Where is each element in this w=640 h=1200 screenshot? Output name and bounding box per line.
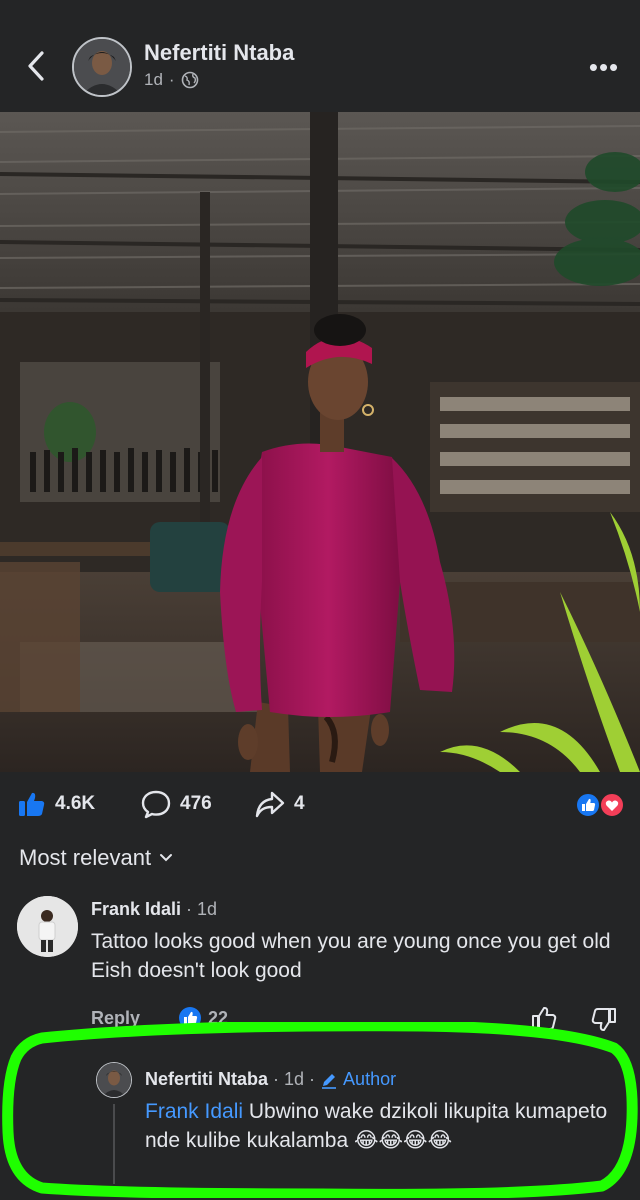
comment-count: 476	[180, 793, 212, 814]
share-count: 4	[294, 793, 305, 814]
chevron-down-icon	[160, 854, 173, 862]
like-reaction-icon	[179, 1007, 201, 1029]
mention-link[interactable]: Frank Idali	[145, 1100, 243, 1123]
reply-text: Frank Idali Ubwino wake dzikoli likupita…	[145, 1097, 620, 1155]
commenter-avatar[interactable]	[17, 896, 78, 957]
post-meta: 1d ·	[144, 70, 199, 90]
sort-label: Most relevant	[19, 845, 152, 870]
comment-bubble-icon	[141, 790, 171, 819]
chevron-left-icon	[28, 51, 44, 81]
reply-emojis: 😂😂😂😂	[353, 1128, 453, 1152]
comment-reactions[interactable]: 22	[178, 1006, 228, 1030]
comment-sort-dropdown[interactable]: Most relevant	[19, 845, 173, 871]
comment-author-name[interactable]: Frank Idali	[91, 899, 181, 919]
reply-author-avatar[interactable]	[96, 1062, 132, 1098]
globe-icon	[181, 71, 198, 89]
reaction-summary[interactable]	[574, 792, 626, 818]
reply-time: · 1d ·	[273, 1069, 316, 1089]
comment-button[interactable]: 476	[140, 786, 212, 822]
author-name[interactable]: Nefertiti Ntaba	[144, 40, 294, 66]
post-photo[interactable]	[0, 112, 640, 772]
comment-author[interactable]: Frank Idali · 1d	[91, 899, 217, 920]
thumbs-up-outline-icon	[532, 1006, 557, 1030]
reply-button[interactable]: Reply	[91, 1008, 140, 1029]
thread-connector-line	[113, 1104, 115, 1184]
thumbs-down-outline-icon	[591, 1008, 616, 1032]
comment-reaction-count: 22	[208, 1007, 229, 1028]
like-button[interactable]: 4.6K	[17, 786, 95, 822]
pencil-icon	[322, 1073, 337, 1089]
thumbs-up-icon	[19, 792, 45, 816]
meta-separator: ·	[168, 70, 175, 89]
post-header: Nefertiti Ntaba 1d · •••	[0, 0, 640, 112]
like-count: 4.6K	[55, 793, 96, 814]
author-badge: Author	[343, 1069, 397, 1089]
reply-author-name[interactable]: Nefertiti Ntaba	[145, 1069, 268, 1090]
more-options-button[interactable]: •••	[584, 52, 624, 82]
share-arrow-icon	[255, 791, 285, 818]
comment-dislike-button[interactable]	[590, 1006, 618, 1034]
comment-like-button[interactable]	[530, 1004, 558, 1032]
comment-text: Tattoo looks good when you are young onc…	[91, 930, 611, 982]
author-avatar[interactable]	[72, 37, 132, 97]
post-time[interactable]: 1d	[144, 70, 163, 90]
back-button[interactable]	[18, 44, 54, 88]
share-button[interactable]: 4	[254, 786, 305, 822]
comment-time: · 1d	[186, 899, 218, 919]
reply-header: Nefertiti Ntaba · 1d · Author	[145, 1069, 396, 1090]
